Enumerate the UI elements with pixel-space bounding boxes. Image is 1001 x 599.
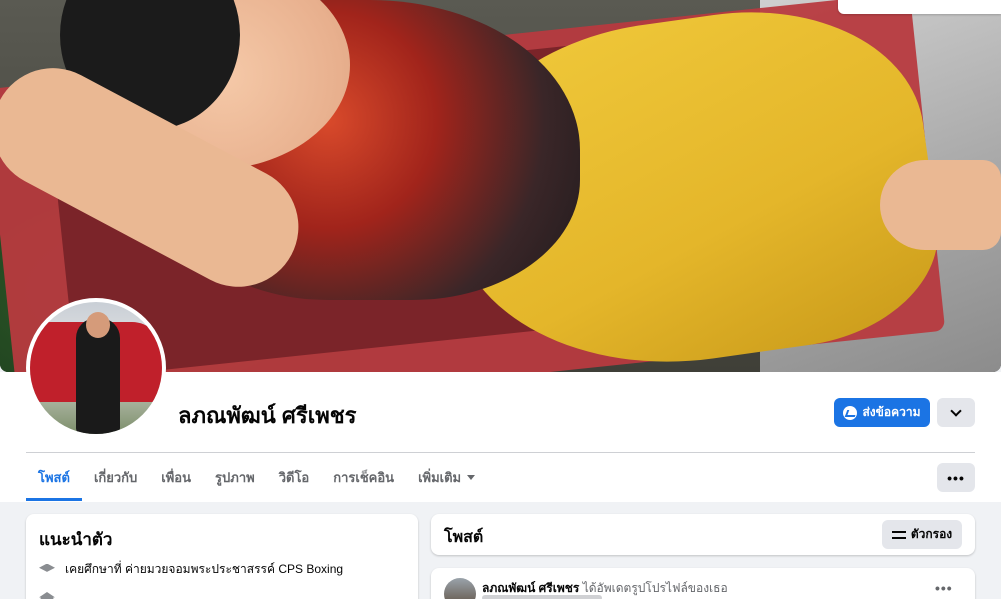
profile-name: ลภณพัฒน์ ศรีเพชร — [178, 403, 357, 428]
cover-child-foot — [880, 160, 1001, 250]
tab-checkins[interactable]: การเช็คอิน — [321, 453, 406, 501]
intro-home-row — [39, 592, 55, 599]
tab-photos[interactable]: รูปภาพ — [203, 453, 267, 501]
graduation-cap-icon — [39, 563, 55, 572]
home-icon — [39, 592, 55, 599]
tab-about[interactable]: เกี่ยวกับ — [82, 453, 149, 501]
tab-videos[interactable]: วิดีโอ — [267, 453, 322, 501]
post-author-name[interactable]: ลภณพัฒน์ ศรีเพชร — [482, 581, 579, 595]
filter-icon — [891, 530, 906, 540]
posts-header-card: โพสต์ ตัวกรอง — [431, 514, 975, 555]
send-message-label: ส่งข้อความ — [862, 405, 921, 419]
tab-label: เพื่อน — [161, 469, 192, 485]
tab-more[interactable]: เพิ่มเติม — [406, 453, 487, 501]
post-timestamp — [482, 595, 602, 599]
tab-label: การเช็คอิน — [333, 469, 395, 485]
cover-edit-strip — [838, 0, 1001, 14]
intro-education-row: เคยศึกษาที่ ค่ายมวยจอมพระประชาสรรค์ CPS … — [39, 560, 343, 579]
post-card: ลภณพัฒน์ ศรีเพชร ได้อัพเดตรูปโปรไฟล์ของเ… — [431, 568, 975, 599]
send-message-button[interactable]: ส่งข้อความ — [834, 398, 930, 427]
tab-label: วิดีโอ — [278, 469, 310, 485]
post-action-text: ได้อัพเดตรูปโปรไฟล์ของเธอ — [582, 581, 728, 595]
filter-button[interactable]: ตัวกรอง — [882, 520, 962, 549]
profile-dropdown-button[interactable] — [937, 398, 975, 427]
tab-label: โพสต์ — [38, 469, 70, 485]
posts-title: โพสต์ — [444, 529, 484, 546]
messenger-icon — [843, 405, 858, 420]
intro-title: แนะนำตัว — [39, 530, 113, 549]
intro-education-text: เคยศึกษาที่ ค่ายมวยจอมพระประชาสรรค์ CPS … — [65, 560, 343, 579]
chevron-down-icon — [950, 404, 962, 417]
avatar-face — [86, 312, 110, 338]
tab-friends[interactable]: เพื่อน — [149, 453, 203, 501]
tab-label: เพิ่มเติม — [418, 469, 462, 485]
post-options-button[interactable]: ••• — [935, 580, 953, 596]
tab-label: เกี่ยวกับ — [93, 469, 138, 485]
intro-card: แนะนำตัว เคยศึกษาที่ ค่ายมวยจอมพระประชาส… — [26, 514, 418, 599]
intro-education-value[interactable]: ค่ายมวยจอมพระประชาสรรค์ CPS Boxing — [125, 562, 343, 576]
post-author-avatar[interactable] — [444, 578, 476, 599]
more-options-button[interactable]: ••• — [937, 463, 975, 492]
profile-avatar[interactable] — [26, 298, 166, 438]
filter-label: ตัวกรอง — [910, 527, 953, 541]
intro-education-prefix: เคยศึกษาที่ — [65, 562, 122, 576]
tab-label: รูปภาพ — [215, 469, 255, 485]
tab-posts[interactable]: โพสต์ — [26, 453, 82, 501]
profile-tabs: โพสต์ เกี่ยวกับ เพื่อน รูปภาพ วิดีโอ การ… — [26, 453, 487, 501]
caret-down-icon — [467, 474, 476, 480]
